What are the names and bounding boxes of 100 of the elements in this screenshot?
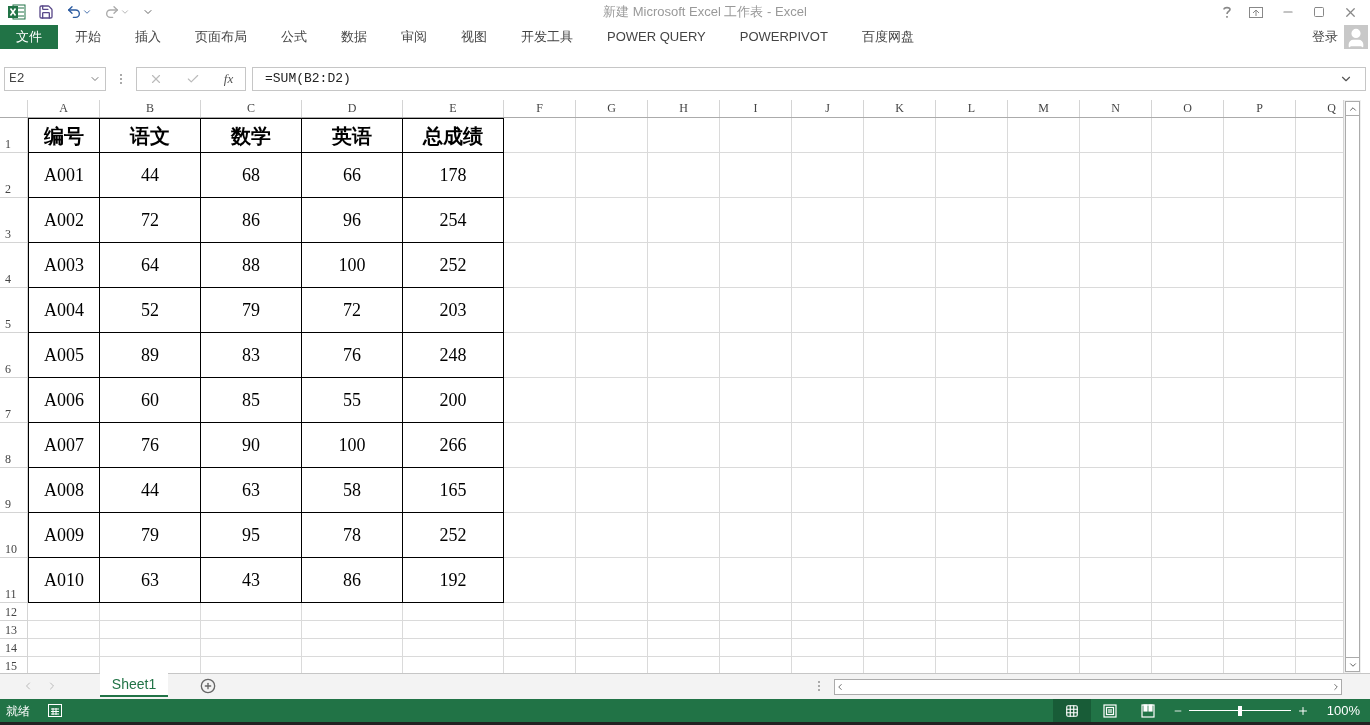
row-header[interactable]: 9 [0, 468, 28, 513]
page-break-icon[interactable] [1140, 703, 1155, 718]
empty-cell[interactable] [720, 468, 792, 513]
empty-cell[interactable] [201, 639, 302, 657]
empty-cell[interactable] [720, 243, 792, 288]
empty-cell[interactable] [720, 423, 792, 468]
empty-cell[interactable] [1152, 378, 1224, 423]
empty-cell[interactable] [864, 243, 936, 288]
empty-cell[interactable] [1080, 468, 1152, 513]
empty-cell[interactable] [28, 639, 100, 657]
empty-cell[interactable] [936, 639, 1008, 657]
empty-cell[interactable] [1224, 288, 1296, 333]
empty-cell[interactable] [792, 621, 864, 639]
empty-cell[interactable] [792, 423, 864, 468]
empty-cell[interactable] [1008, 603, 1080, 621]
row-header[interactable]: 5 [0, 288, 28, 333]
empty-cell[interactable] [504, 423, 576, 468]
empty-cell[interactable] [648, 153, 720, 198]
empty-cell[interactable] [864, 288, 936, 333]
add-sheet-icon[interactable] [200, 678, 216, 694]
empty-cell[interactable] [792, 288, 864, 333]
empty-cell[interactable] [576, 423, 648, 468]
empty-cell[interactable] [648, 288, 720, 333]
empty-cell[interactable] [1224, 603, 1296, 621]
empty-cell[interactable] [28, 621, 100, 639]
empty-cell[interactable] [720, 603, 792, 621]
empty-cell[interactable] [648, 621, 720, 639]
empty-cell[interactable] [1224, 621, 1296, 639]
row-header[interactable]: 4 [0, 243, 28, 288]
row-header[interactable]: 10 [0, 513, 28, 558]
sheet-tab[interactable]: Sheet1 [100, 673, 168, 697]
column-header[interactable]: I [720, 100, 792, 117]
macro-recording-icon[interactable] [48, 704, 62, 717]
empty-cell[interactable] [936, 198, 1008, 243]
enter-icon[interactable] [186, 72, 201, 86]
horizontal-scrollbar[interactable] [834, 679, 1342, 695]
empty-cell[interactable] [792, 153, 864, 198]
empty-cell[interactable] [648, 468, 720, 513]
empty-cell[interactable] [1080, 243, 1152, 288]
empty-cell[interactable] [576, 468, 648, 513]
empty-cell[interactable] [936, 621, 1008, 639]
empty-cell[interactable] [1080, 333, 1152, 378]
empty-cell[interactable] [1224, 118, 1296, 153]
empty-cell[interactable] [504, 513, 576, 558]
empty-cell[interactable] [864, 603, 936, 621]
empty-cell[interactable] [1008, 153, 1080, 198]
row-header[interactable]: 3 [0, 198, 28, 243]
empty-cell[interactable] [720, 621, 792, 639]
column-header[interactable]: N [1080, 100, 1152, 117]
ribbon-tab[interactable]: 开发工具 [504, 25, 590, 49]
caret-icon[interactable] [82, 7, 92, 17]
view-button[interactable] [1052, 699, 1091, 722]
empty-cell[interactable] [720, 558, 792, 603]
empty-cell[interactable] [936, 153, 1008, 198]
empty-cell[interactable] [504, 243, 576, 288]
empty-cell[interactable] [1008, 468, 1080, 513]
empty-cell[interactable] [792, 468, 864, 513]
scroll-up-icon[interactable] [1345, 101, 1360, 116]
empty-cell[interactable] [936, 468, 1008, 513]
row-header[interactable]: 6 [0, 333, 28, 378]
empty-cell[interactable] [504, 558, 576, 603]
ribbon-tab[interactable]: 审阅 [384, 25, 444, 49]
empty-cell[interactable] [792, 378, 864, 423]
column-header[interactable]: A [28, 100, 100, 117]
column-header[interactable]: O [1152, 100, 1224, 117]
empty-cell[interactable] [1224, 639, 1296, 657]
empty-cell[interactable] [792, 333, 864, 378]
empty-cell[interactable] [1152, 639, 1224, 657]
row-header[interactable]: 8 [0, 423, 28, 468]
empty-cell[interactable] [1080, 118, 1152, 153]
empty-cell[interactable] [1080, 558, 1152, 603]
empty-cell[interactable] [1080, 423, 1152, 468]
insert-function-button[interactable]: fx [223, 69, 234, 89]
empty-cell[interactable] [100, 621, 201, 639]
empty-cell[interactable] [576, 118, 648, 153]
empty-cell[interactable] [936, 288, 1008, 333]
slider-thumb[interactable] [1237, 705, 1242, 716]
empty-cell[interactable] [1008, 423, 1080, 468]
empty-cell[interactable] [1080, 621, 1152, 639]
row-header[interactable]: 2 [0, 153, 28, 198]
empty-cell[interactable] [720, 378, 792, 423]
empty-cell[interactable] [403, 603, 504, 621]
empty-cell[interactable] [1224, 468, 1296, 513]
empty-cell[interactable] [504, 198, 576, 243]
empty-cell[interactable] [720, 118, 792, 153]
empty-cell[interactable] [792, 513, 864, 558]
zoom-in-icon[interactable] [1296, 704, 1309, 717]
sign-in-link[interactable]: 登录 [1312, 27, 1338, 47]
empty-cell[interactable] [1008, 198, 1080, 243]
column-header[interactable]: P [1224, 100, 1296, 117]
ribbon-tab[interactable]: 插入 [118, 25, 178, 49]
vertical-scrollbar[interactable] [1343, 100, 1361, 673]
empty-cell[interactable] [1224, 423, 1296, 468]
empty-cell[interactable] [1152, 513, 1224, 558]
help-icon[interactable] [1223, 6, 1231, 18]
empty-cell[interactable] [1152, 468, 1224, 513]
row-header[interactable]: 11 [0, 558, 28, 603]
empty-cell[interactable] [792, 603, 864, 621]
empty-cell[interactable] [648, 603, 720, 621]
empty-cell[interactable] [504, 621, 576, 639]
